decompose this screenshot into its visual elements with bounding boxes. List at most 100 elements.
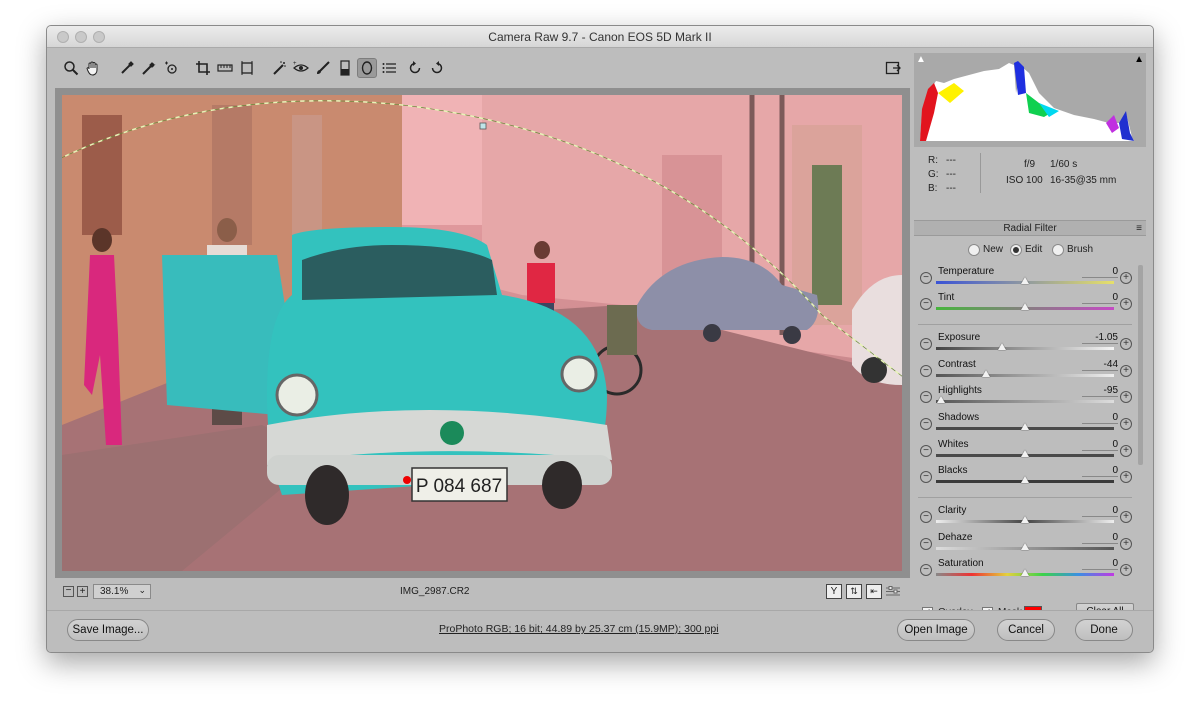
- saturation-value-field[interactable]: 0: [1082, 558, 1118, 570]
- open-image-button[interactable]: Open Image: [897, 619, 975, 641]
- highlight-clipping-icon[interactable]: ▲: [1134, 54, 1144, 65]
- contrast-slider-track[interactable]: [936, 374, 1114, 377]
- exposure-slider-handle[interactable]: [997, 343, 1006, 350]
- exposure-value-field[interactable]: -1.05: [1082, 332, 1118, 344]
- panel-scrollbar[interactable]: [1138, 265, 1143, 465]
- shadows-slider-handle[interactable]: [1021, 423, 1029, 430]
- mode-brush-radio[interactable]: [1052, 244, 1064, 256]
- mode-edit-radio[interactable]: [1010, 244, 1022, 256]
- tint-value-field[interactable]: 0: [1082, 292, 1118, 304]
- exposure-increase-button[interactable]: +: [1120, 338, 1132, 350]
- section-divider: [918, 497, 1132, 498]
- clarity-increase-button[interactable]: +: [1120, 511, 1132, 523]
- panel-title-label: Radial Filter: [1003, 223, 1057, 234]
- shadows-value-field[interactable]: 0: [1082, 412, 1118, 424]
- tint-decrease-button[interactable]: −: [920, 298, 932, 310]
- blacks-value-field[interactable]: 0: [1082, 465, 1118, 477]
- camera-raw-window: Camera Raw 9.7 - Canon EOS 5D Mark II +: [46, 25, 1154, 653]
- zoom-out-button[interactable]: −: [63, 586, 74, 597]
- temperature-label: Temperature: [938, 266, 995, 277]
- highlights-slider-handle[interactable]: [937, 396, 946, 403]
- photo-preview[interactable]: P 084 687: [62, 95, 902, 571]
- color-sampler-icon[interactable]: +: [139, 58, 159, 78]
- saturation-label: Saturation: [938, 558, 984, 569]
- hand-icon[interactable]: [83, 58, 103, 78]
- mode-new-radio[interactable]: [968, 244, 980, 256]
- blacks-decrease-button[interactable]: −: [920, 471, 932, 483]
- blacks-slider-handle[interactable]: [1021, 476, 1029, 483]
- copy-settings-icon[interactable]: ⇤: [866, 584, 882, 599]
- dehaze-slider-handle[interactable]: [1021, 543, 1029, 550]
- clarity-value-field[interactable]: 0: [1082, 505, 1118, 517]
- clarity-decrease-button[interactable]: −: [920, 511, 932, 523]
- before-after-y-icon[interactable]: Y: [826, 584, 842, 599]
- shadows-decrease-button[interactable]: −: [920, 418, 932, 430]
- clarity-slider-row: − Clarity 0 +: [914, 504, 1136, 530]
- done-button[interactable]: Done: [1075, 619, 1133, 641]
- temperature-slider-handle[interactable]: [1021, 277, 1029, 284]
- transform-icon[interactable]: [237, 58, 257, 78]
- targeted-adjustment-icon[interactable]: [161, 58, 181, 78]
- red-eye-icon[interactable]: +: [291, 58, 311, 78]
- straighten-icon[interactable]: [215, 58, 235, 78]
- fullscreen-toggle-icon[interactable]: [883, 58, 903, 78]
- shutter-value: 1/60 s: [1050, 159, 1078, 170]
- rotate-right-icon[interactable]: [427, 58, 447, 78]
- dehaze-slider-row: − Dehaze 0 +: [914, 531, 1136, 557]
- zoom-in-button[interactable]: +: [77, 586, 88, 597]
- zoom-window-button[interactable]: [93, 31, 105, 43]
- contrast-slider-handle[interactable]: [981, 370, 990, 377]
- blacks-increase-button[interactable]: +: [1120, 471, 1132, 483]
- panel-menu-icon[interactable]: ≡: [1136, 221, 1142, 237]
- workflow-options-link[interactable]: ProPhoto RGB; 16 bit; 44.89 by 25.37 cm …: [439, 623, 719, 635]
- saturation-slider-handle[interactable]: [1021, 569, 1029, 576]
- save-image-button[interactable]: Save Image...: [67, 619, 149, 641]
- license-plate: P 084 687: [416, 476, 502, 497]
- preferences-icon[interactable]: [379, 58, 399, 78]
- highlights-increase-button[interactable]: +: [1120, 391, 1132, 403]
- clarity-slider-handle[interactable]: [1021, 516, 1029, 523]
- contrast-decrease-button[interactable]: −: [920, 365, 932, 377]
- saturation-decrease-button[interactable]: −: [920, 564, 932, 576]
- contrast-value-field[interactable]: -44: [1082, 359, 1118, 371]
- preview-settings-icon[interactable]: [886, 585, 900, 598]
- dehaze-increase-button[interactable]: +: [1120, 538, 1132, 550]
- whites-value-field[interactable]: 0: [1082, 439, 1118, 451]
- shadow-clipping-icon[interactable]: ▲: [916, 54, 926, 65]
- dehaze-value-field[interactable]: 0: [1082, 532, 1118, 544]
- tint-slider-handle[interactable]: [1021, 303, 1029, 310]
- highlights-slider-track[interactable]: [936, 400, 1114, 403]
- temperature-decrease-button[interactable]: −: [920, 272, 932, 284]
- zoom-icon[interactable]: [61, 58, 81, 78]
- swap-settings-icon[interactable]: ⇅: [846, 584, 862, 599]
- temperature-value-field[interactable]: 0: [1082, 266, 1118, 278]
- spot-removal-icon[interactable]: [269, 58, 289, 78]
- radial-filter-icon[interactable]: [357, 58, 377, 78]
- exposure-slider-track[interactable]: [936, 347, 1114, 350]
- toolbar: + +: [55, 53, 910, 83]
- highlights-decrease-button[interactable]: −: [920, 391, 932, 403]
- exposure-decrease-button[interactable]: −: [920, 338, 932, 350]
- tint-increase-button[interactable]: +: [1120, 298, 1132, 310]
- panel-title: Radial Filter ≡: [914, 220, 1146, 236]
- crop-icon[interactable]: [193, 58, 213, 78]
- saturation-increase-button[interactable]: +: [1120, 564, 1132, 576]
- dehaze-decrease-button[interactable]: −: [920, 538, 932, 550]
- cancel-button[interactable]: Cancel: [997, 619, 1055, 641]
- minimize-window-button[interactable]: [75, 31, 87, 43]
- close-window-button[interactable]: [57, 31, 69, 43]
- adjustment-brush-icon[interactable]: [313, 58, 333, 78]
- whites-increase-button[interactable]: +: [1120, 445, 1132, 457]
- zoom-level-select[interactable]: 38.1% ⌄: [93, 584, 151, 599]
- graduated-filter-icon[interactable]: [335, 58, 355, 78]
- rotate-left-icon[interactable]: [405, 58, 425, 78]
- highlights-label: Highlights: [938, 385, 982, 396]
- white-balance-icon[interactable]: [117, 58, 137, 78]
- temperature-increase-button[interactable]: +: [1120, 272, 1132, 284]
- shadows-increase-button[interactable]: +: [1120, 418, 1132, 430]
- whites-decrease-button[interactable]: −: [920, 445, 932, 457]
- highlights-value-field[interactable]: -95: [1082, 385, 1118, 397]
- section-divider: [918, 324, 1132, 325]
- contrast-increase-button[interactable]: +: [1120, 365, 1132, 377]
- whites-slider-handle[interactable]: [1021, 450, 1029, 457]
